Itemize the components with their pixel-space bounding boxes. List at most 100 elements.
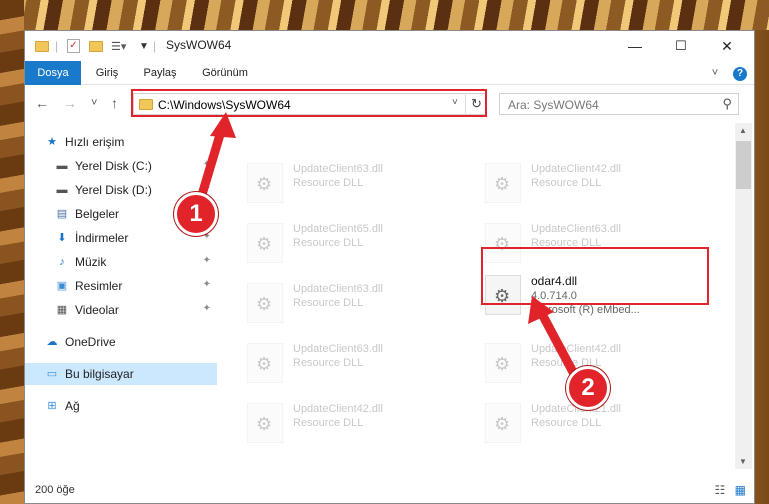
documents-icon: ▤ bbox=[56, 208, 68, 220]
recent-locations-button[interactable]: ˅ bbox=[91, 97, 97, 109]
address-highlight-box bbox=[131, 89, 487, 117]
videos-icon: ▦ bbox=[56, 304, 68, 316]
close-button[interactable]: ✕ bbox=[704, 31, 750, 61]
new-folder-icon[interactable] bbox=[89, 38, 103, 54]
sidebar-item-ağ[interactable]: ⊞ Ağ bbox=[25, 395, 217, 417]
pin-icon: ✦ bbox=[202, 183, 211, 194]
back-button[interactable]: ← bbox=[35, 95, 49, 111]
music-icon: ♪ bbox=[59, 256, 65, 268]
qa-dropdown-icon[interactable]: ▼ bbox=[139, 38, 149, 54]
dll-file-icon: ⚙ bbox=[485, 403, 521, 443]
dll-file-icon: ⚙ bbox=[247, 343, 283, 383]
ribbon-expand-icon[interactable]: ˅ bbox=[707, 61, 723, 85]
search-icon: ⚲ bbox=[722, 96, 732, 111]
file-type: Resource DLL bbox=[293, 297, 364, 309]
desktop-wallpaper bbox=[0, 0, 769, 30]
file-tile[interactable]: ⚙ UpdateClient65.dll Resource DLL bbox=[241, 217, 461, 265]
sidebar-item-yerel-disk-c-[interactable]: ▬ Yerel Disk (C:) ✦ bbox=[25, 155, 217, 177]
pin-icon: ✦ bbox=[202, 279, 211, 290]
scroll-up-icon[interactable]: ▲ bbox=[739, 126, 747, 135]
file-name: UpdateClient63.dll bbox=[293, 283, 383, 295]
file-type: Resource DLL bbox=[531, 417, 602, 429]
scroll-down-icon[interactable]: ▼ bbox=[739, 457, 747, 466]
file-name: UpdateClient63.dll bbox=[531, 223, 621, 235]
separator: | bbox=[55, 39, 59, 53]
file-tile[interactable]: ⚙ UpdateClient63.dll Resource DLL bbox=[241, 157, 461, 205]
dll-file-icon: ⚙ bbox=[247, 283, 283, 323]
tab-view[interactable]: Görünüm bbox=[195, 61, 255, 85]
search-input[interactable]: Ara: SysWOW64 ⚲ bbox=[499, 93, 739, 115]
scrollbar-thumb[interactable] bbox=[736, 141, 751, 189]
file-type: Resource DLL bbox=[531, 177, 602, 189]
sidebar-item-resimler[interactable]: ▣ Resimler ✦ bbox=[25, 275, 217, 297]
window-title: SysWOW64 bbox=[166, 38, 232, 52]
file-name: UpdateClient65.dll bbox=[293, 223, 383, 235]
drive-icon: ▬ bbox=[56, 184, 68, 196]
dll-file-icon: ⚙ bbox=[247, 403, 283, 443]
help-icon[interactable]: ? bbox=[731, 61, 749, 85]
file-tile[interactable]: ⚙ UpdateClient42.dll Resource DLL bbox=[241, 397, 461, 445]
dll-file-icon: ⚙ bbox=[485, 343, 521, 383]
file-company: Microsoft (R) eMbed... bbox=[531, 304, 640, 316]
search-placeholder: Ara: SysWOW64 bbox=[508, 98, 599, 112]
sidebar-item-bu-bilgisayar[interactable]: ▭ Bu bilgisayar bbox=[25, 363, 217, 385]
navigation-pane: ★ Hızlı erişim ▬ Yerel Disk (C:) ✦ ▬ Yerel Dis… bbox=[25, 123, 217, 475]
sidebar-item-label: Müzik bbox=[75, 255, 107, 269]
file-type: Resource DLL bbox=[293, 357, 364, 369]
sidebar-item-label: Videolar bbox=[75, 303, 119, 317]
tab-share[interactable]: Paylaş bbox=[137, 61, 183, 85]
file-type: Resource DLL bbox=[293, 417, 364, 429]
computer-icon: ▭ bbox=[46, 368, 58, 380]
network-icon: ⊞ bbox=[47, 400, 57, 412]
view-buttons: ☷ ▦ bbox=[715, 483, 746, 497]
details-view-icon[interactable]: ☷ bbox=[715, 483, 726, 497]
file-tile[interactable]: ⚙ UpdateClient42.dll Resource DLL bbox=[479, 157, 699, 205]
sidebar-item-label: Belgeler bbox=[75, 207, 120, 221]
file-name: UpdateClient42.dll bbox=[531, 343, 621, 355]
item-count: 200 öğe bbox=[35, 484, 75, 496]
dll-file-icon: ⚙ bbox=[247, 223, 283, 263]
tab-file[interactable]: Dosya bbox=[25, 61, 81, 85]
sidebar-item-hızlı-erişim[interactable]: ★ Hızlı erişim bbox=[25, 131, 217, 153]
sidebar-item-label: Bu bilgisayar bbox=[65, 367, 134, 381]
tab-home[interactable]: Giriş bbox=[87, 61, 127, 85]
sidebar-item-label: Hızlı erişim bbox=[65, 135, 125, 149]
file-name: UpdateClient42.dll bbox=[293, 403, 383, 415]
pictures-icon: ▣ bbox=[56, 280, 68, 292]
vertical-scrollbar[interactable]: ▲ ▼ bbox=[735, 123, 752, 469]
file-name: UpdateClient63.dll bbox=[293, 163, 383, 175]
sidebar-item-label: Ağ bbox=[65, 399, 80, 413]
folder-icon bbox=[35, 38, 49, 54]
customize-qa-icon[interactable]: ☰▾ bbox=[111, 38, 126, 54]
download-icon: ⬇ bbox=[57, 232, 67, 244]
tiles-view-icon[interactable]: ▦ bbox=[735, 483, 746, 497]
minimize-button[interactable]: — bbox=[612, 31, 658, 61]
sidebar-item-label: Yerel Disk (C:) bbox=[75, 159, 152, 173]
sidebar-item-label: Yerel Disk (D:) bbox=[75, 183, 152, 197]
separator: | bbox=[153, 39, 157, 53]
dll-file-icon: ⚙ bbox=[247, 163, 283, 203]
step-marker-2: 2 bbox=[566, 366, 610, 410]
file-name: UpdateClient63.dll bbox=[293, 343, 383, 355]
forward-button[interactable]: → bbox=[63, 95, 77, 111]
selected-file-highlight-box bbox=[481, 247, 709, 305]
sidebar-item-label: Resimler bbox=[75, 279, 123, 293]
maximize-button[interactable]: ☐ bbox=[658, 31, 704, 61]
file-tile[interactable]: ⚙ UpdateClient63.dll Resource DLL bbox=[241, 277, 461, 325]
sidebar-item-onedrive[interactable]: ☁ OneDrive bbox=[25, 331, 217, 353]
status-bar: 200 öğe ☷ ▦ bbox=[25, 477, 754, 503]
up-button[interactable]: ↑ bbox=[111, 95, 118, 111]
star-icon: ★ bbox=[47, 136, 57, 148]
file-type: Resource DLL bbox=[293, 237, 364, 249]
drive-icon: ▬ bbox=[56, 160, 68, 172]
file-type: Resource DLL bbox=[293, 177, 364, 189]
dll-file-icon: ⚙ bbox=[485, 163, 521, 203]
pin-icon: ✦ bbox=[202, 255, 211, 266]
file-tile[interactable]: ⚙ UpdateClient63.dll Resource DLL bbox=[241, 337, 461, 385]
title-bar: | ✓ ☰▾ ▼ | SysWOW64 — ☐ ✕ bbox=[25, 31, 754, 61]
pin-icon: ✦ bbox=[202, 159, 211, 170]
sidebar-item-müzik[interactable]: ♪ Müzik ✦ bbox=[25, 251, 217, 273]
sidebar-item-videolar[interactable]: ▦ Videolar ✦ bbox=[25, 299, 217, 321]
properties-icon[interactable]: ✓ bbox=[67, 38, 80, 54]
file-name: UpdateClient42.dll bbox=[531, 163, 621, 175]
